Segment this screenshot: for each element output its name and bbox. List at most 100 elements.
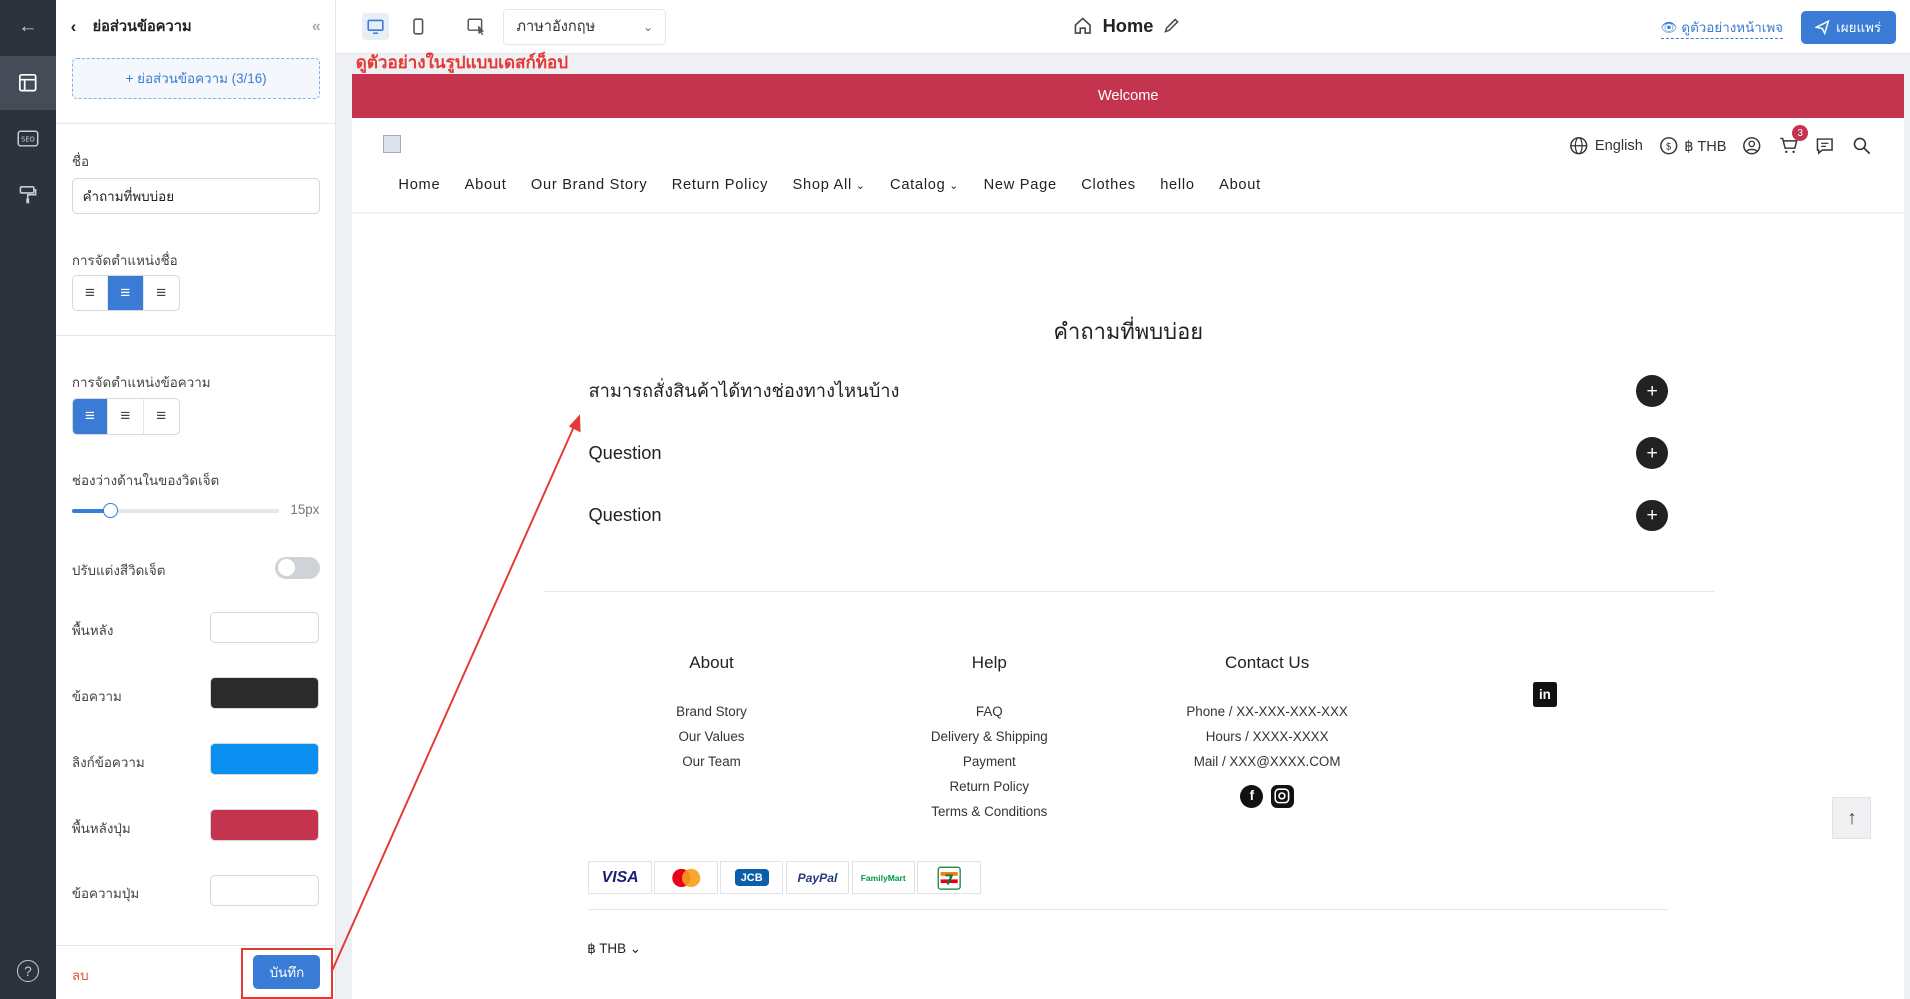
select-cursor-icon[interactable]: [463, 13, 490, 40]
padding-label: ช่องว่างด้านในของวิดเจ็ต: [71, 473, 220, 489]
page-title-text: Home: [1102, 14, 1154, 36]
footer-link[interactable]: Our Team: [638, 750, 784, 775]
preview-page-label: ดูตัวอย่างหน้าเพจ: [1681, 20, 1783, 36]
nav-item-new-page[interactable]: New Page: [984, 177, 1057, 193]
paint-roller-icon[interactable]: [0, 168, 56, 222]
currency-icon[interactable]: $: [1657, 135, 1679, 157]
instagram-icon[interactable]: [1270, 784, 1294, 808]
align-right-icon[interactable]: ≡: [144, 276, 179, 310]
align-center-icon[interactable]: ≡: [108, 399, 144, 434]
footer-about-column: About Brand Story Our Values Our Team: [638, 653, 784, 775]
linkedin-icon[interactable]: in: [1532, 682, 1558, 707]
nav-item-about[interactable]: About: [465, 177, 507, 193]
footer-help-column: Help FAQ Delivery & Shipping Payment Ret…: [904, 653, 1075, 825]
contact-line: Mail / XXX@XXXX.COM: [1193, 753, 1341, 769]
seven-eleven-icon: 7: [917, 861, 981, 895]
custom-color-toggle[interactable]: [275, 556, 321, 579]
settings-panel: ‹ ย่อส่วนข้อความ « + ย่อส่วนข้อความ (3/1…: [56, 0, 337, 999]
contact-line: Hours / XXXX-XXXX: [1205, 728, 1329, 744]
button-bg-color-label: พื้นหลังปุ่ม: [71, 820, 131, 836]
mobile-icon[interactable]: [404, 13, 431, 40]
align-left-icon[interactable]: ≡: [72, 399, 109, 434]
currency-label[interactable]: ฿ THB: [1684, 138, 1726, 155]
footer-link[interactable]: Return Policy: [904, 775, 1075, 800]
layout-icon[interactable]: [0, 56, 57, 110]
background-color-label: พื้นหลัง: [71, 623, 114, 639]
nav-item-hello[interactable]: hello: [1160, 177, 1195, 193]
nav-item-home[interactable]: Home: [398, 177, 440, 193]
footer-link[interactable]: Delivery & Shipping: [904, 725, 1075, 750]
facebook-icon[interactable]: f: [1240, 784, 1264, 808]
faq-item[interactable]: Question +: [588, 497, 1668, 534]
chat-icon[interactable]: [1814, 135, 1836, 157]
scroll-to-top-button[interactable]: ↑: [1832, 796, 1872, 840]
link-color-label: ลิงก์ข้อความ: [71, 754, 145, 770]
help-icon[interactable]: ?: [17, 960, 39, 983]
language-select[interactable]: ภาษาอังกฤษ ⌄: [503, 8, 667, 46]
publish-button[interactable]: เผยแพร่: [1800, 10, 1896, 44]
link-color-swatch[interactable]: [209, 743, 320, 775]
footer-currency-select[interactable]: ฿ THB ⌄: [587, 941, 641, 957]
faq-question: สามารถสั่งสินค้าได้ทางช่องทางไหนบ้าง: [588, 379, 900, 401]
nav-item-shop-all[interactable]: Shop All: [793, 177, 866, 193]
jcb-icon: JCB: [720, 861, 784, 895]
search-icon[interactable]: [1851, 135, 1873, 157]
back-arrow-icon[interactable]: ←: [0, 0, 56, 54]
home-icon: [1075, 17, 1092, 34]
pencil-icon[interactable]: [1163, 17, 1180, 34]
faq-item[interactable]: สามารถสั่งสินค้าได้ทางช่องทางไหนบ้าง +: [588, 373, 1668, 410]
eye-icon: 👁: [1660, 20, 1678, 36]
language-label[interactable]: English: [1595, 138, 1643, 154]
align-right-icon[interactable]: ≡: [144, 399, 179, 433]
background-color-swatch[interactable]: [209, 611, 320, 644]
preview-page-link[interactable]: 👁 ดูตัวอย่างหน้าเพจ: [1660, 17, 1783, 40]
publish-label: เผยแพร่: [1836, 19, 1882, 35]
divider: [56, 123, 337, 125]
faq-item[interactable]: Question +: [588, 435, 1668, 472]
footer-link[interactable]: Terms & Conditions: [904, 800, 1075, 825]
cart-count-badge: 3: [1792, 125, 1809, 142]
align-left-icon[interactable]: ≡: [73, 276, 109, 311]
button-bg-color-swatch[interactable]: [209, 809, 320, 841]
padding-slider-handle[interactable]: [102, 503, 118, 518]
jcb-label: JCB: [734, 869, 769, 887]
padding-slider[interactable]: [71, 503, 279, 518]
collapse-icon[interactable]: «: [312, 18, 321, 36]
footer-link[interactable]: Payment: [904, 750, 1075, 775]
chevron-left-icon[interactable]: ‹: [71, 17, 93, 37]
nav-item-brand-story[interactable]: Our Brand Story: [531, 177, 648, 193]
panel-header: ‹ ย่อส่วนข้อความ «: [56, 0, 335, 54]
footer-link[interactable]: Brand Story: [638, 700, 784, 725]
name-label: ชื่อ: [71, 154, 89, 170]
align-center-icon[interactable]: ≡: [108, 276, 144, 311]
footer-link[interactable]: Our Values: [638, 725, 784, 750]
user-icon[interactable]: [1741, 135, 1763, 157]
nav-item-about-2[interactable]: About: [1219, 177, 1261, 193]
nav-item-return-policy[interactable]: Return Policy: [672, 177, 768, 193]
save-button-highlight: [241, 947, 333, 999]
paypal-icon: PayPal: [785, 861, 850, 895]
text-color-label: ข้อความ: [71, 688, 122, 704]
name-input[interactable]: คำถามที่พบบ่อย: [71, 177, 321, 215]
language-select-value: ภาษาอังกฤษ: [516, 19, 596, 36]
globe-icon[interactable]: [1568, 135, 1590, 157]
desktop-icon[interactable]: [361, 13, 389, 41]
footer-link[interactable]: FAQ: [904, 700, 1075, 725]
svg-text:$: $: [1665, 142, 1671, 153]
padding-value: 15px: [290, 501, 320, 517]
header-actions: English $ ฿ THB 3: [1568, 125, 1873, 157]
add-text-block-button[interactable]: + ย่อส่วนข้อความ (3/16): [71, 58, 321, 99]
text-color-swatch[interactable]: [209, 677, 320, 710]
plus-icon[interactable]: +: [1636, 499, 1668, 532]
nav-item-clothes[interactable]: Clothes: [1081, 177, 1136, 193]
plus-icon[interactable]: +: [1636, 437, 1668, 470]
plus-icon[interactable]: +: [1636, 375, 1668, 407]
text-align-label: การจัดตำแหน่งข้อความ: [71, 374, 211, 390]
nav-item-catalog[interactable]: Catalog: [890, 177, 959, 193]
divider: [56, 335, 337, 337]
button-text-color-swatch[interactable]: [209, 874, 320, 907]
seo-icon[interactable]: SEO: [0, 112, 56, 166]
delete-button[interactable]: ลบ: [72, 965, 89, 986]
store-logo[interactable]: [382, 135, 401, 154]
cart-icon[interactable]: 3: [1778, 125, 1809, 157]
